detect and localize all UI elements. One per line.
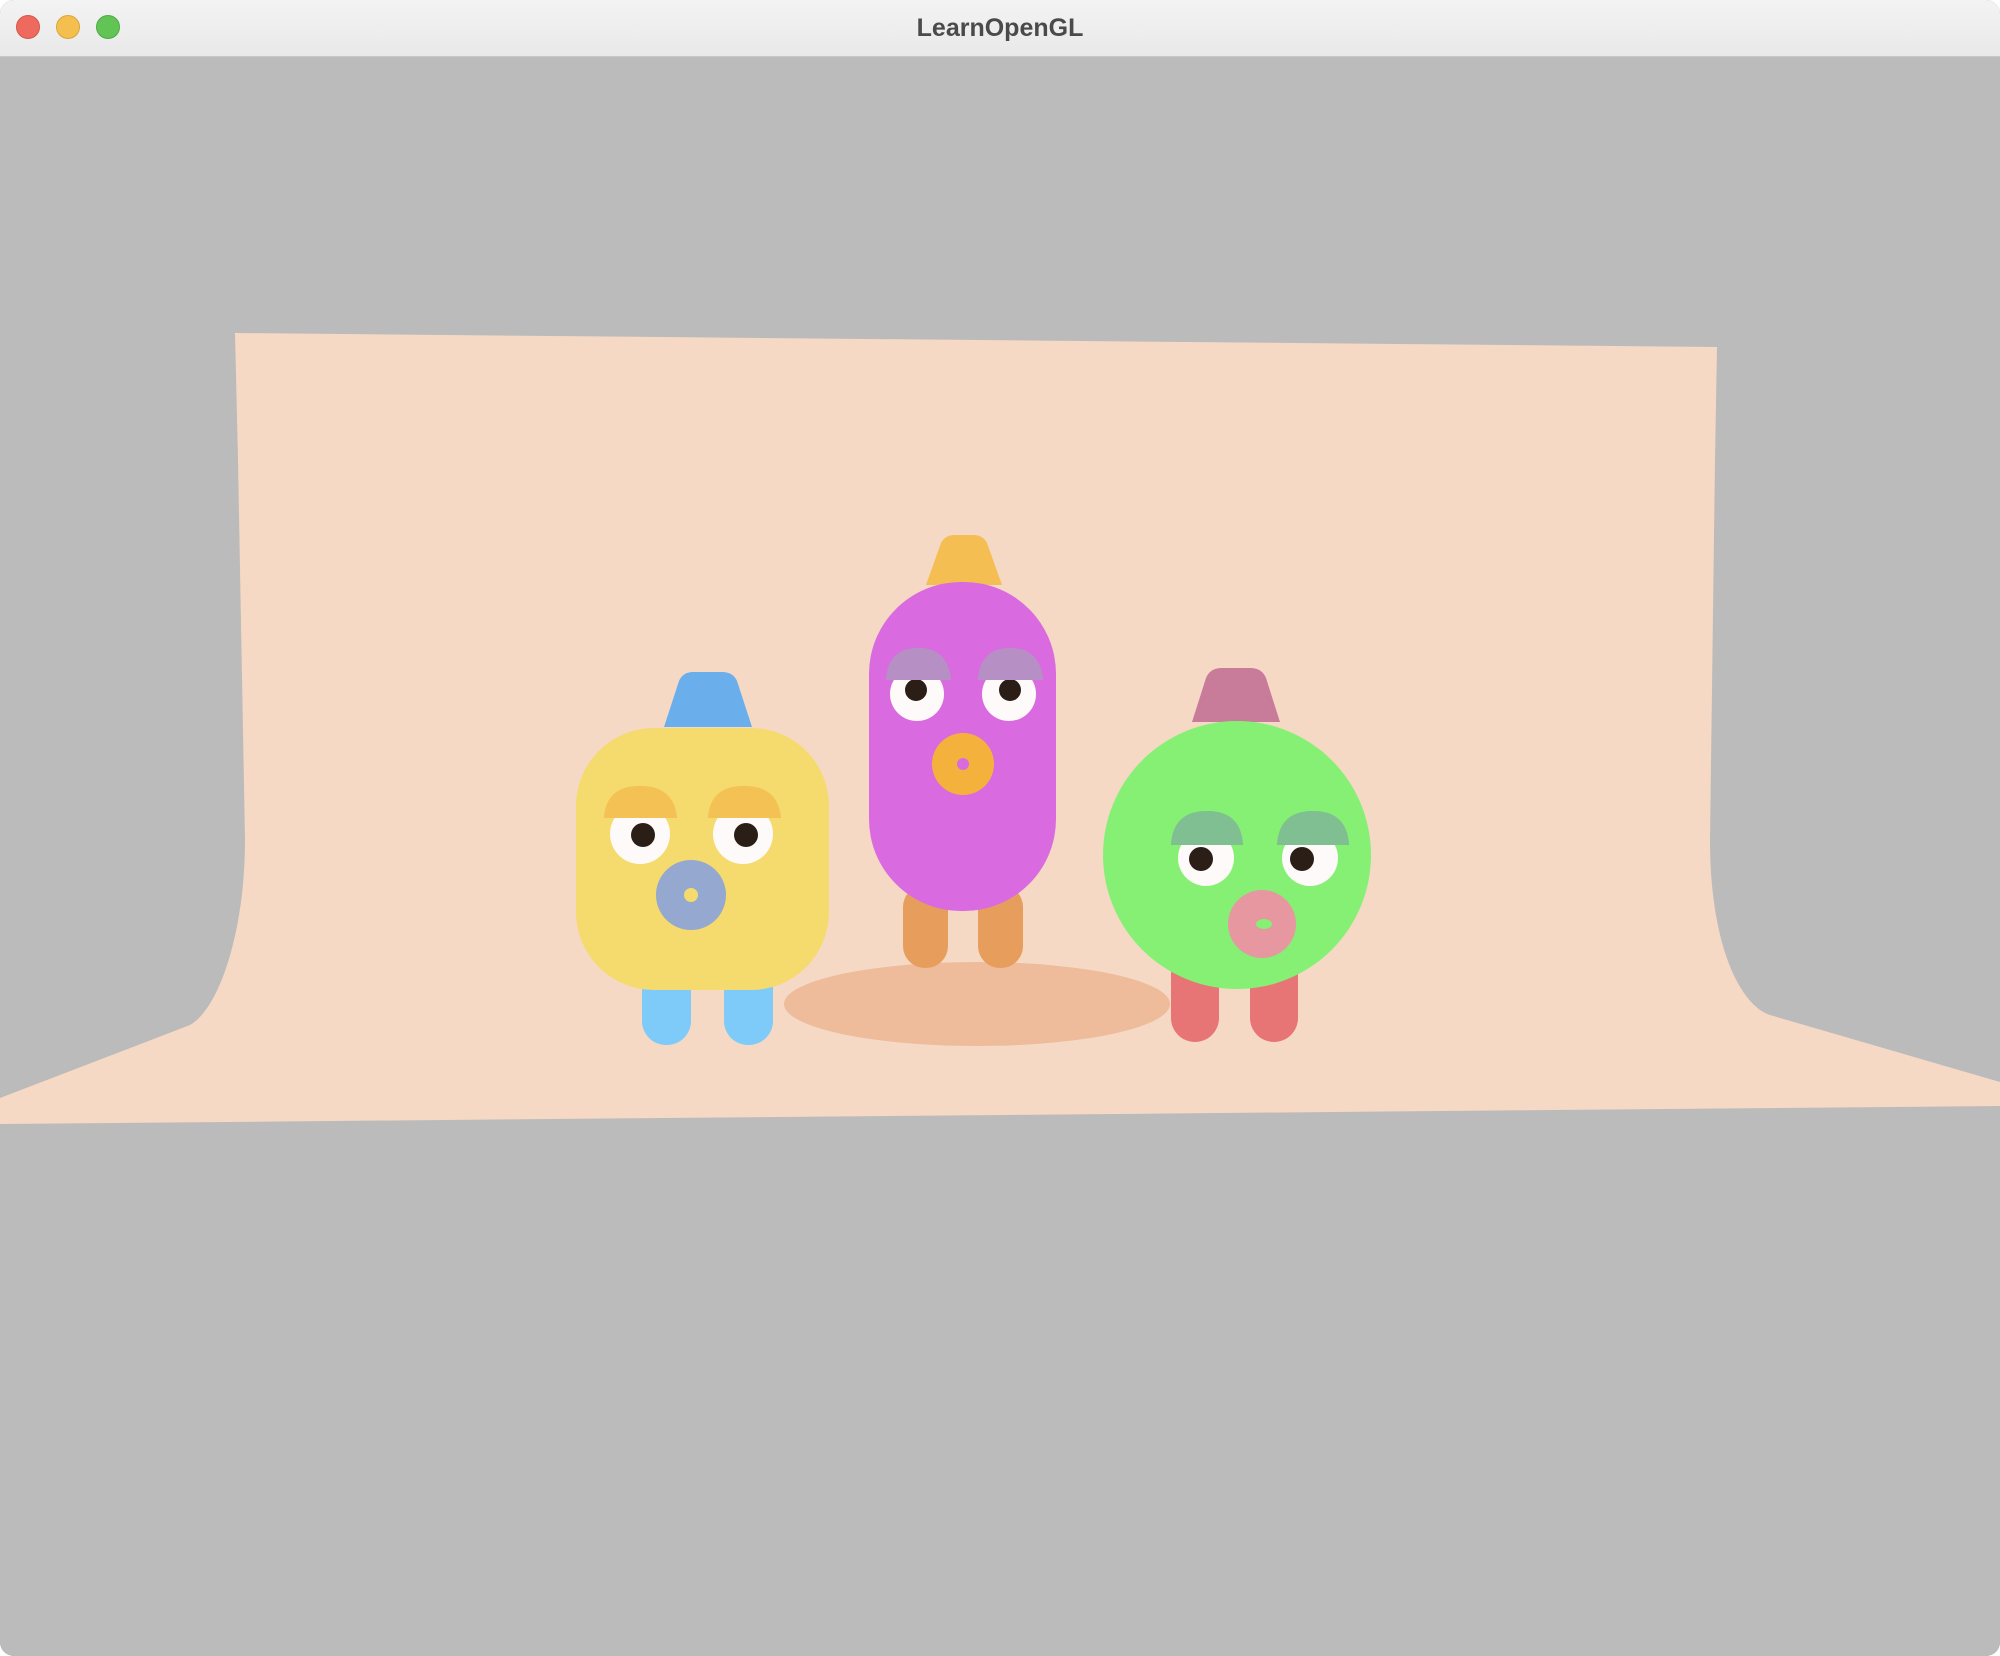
opengl-viewport[interactable] xyxy=(0,57,2000,1656)
yellow-pupil-right xyxy=(734,823,758,847)
title-bar[interactable]: LearnOpenGL xyxy=(0,0,2000,57)
green-pupil-right xyxy=(1290,847,1314,871)
yellow-pupil-left xyxy=(631,823,655,847)
pink-pupil-left xyxy=(905,679,927,701)
green-mouth-center xyxy=(1256,919,1272,929)
scene-canvas xyxy=(0,333,2000,1124)
green-pupil-left xyxy=(1189,847,1213,871)
yellow-body xyxy=(576,728,829,990)
window-title: LearnOpenGL xyxy=(916,14,1084,42)
yellow-mouth-center xyxy=(684,888,698,902)
pink-pupil-right xyxy=(999,679,1021,701)
ground-shadow xyxy=(784,962,1170,1046)
pink-mouth-center xyxy=(957,758,969,770)
app-window: LearnOpenGL xyxy=(0,0,2000,1656)
